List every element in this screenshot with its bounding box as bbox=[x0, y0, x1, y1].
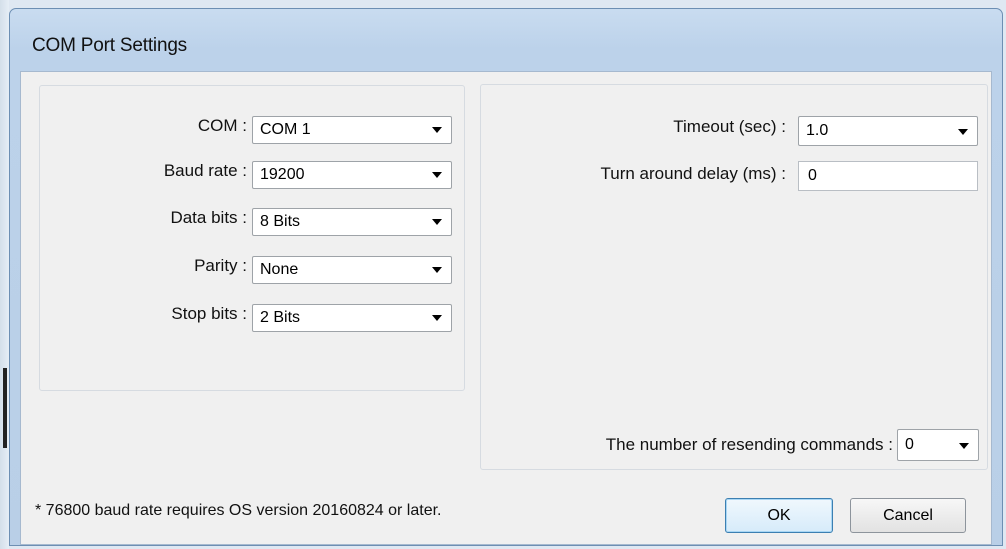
data-bits-select-value: 8 Bits bbox=[260, 213, 301, 230]
chevron-down-icon bbox=[958, 129, 968, 135]
com-select-value: COM 1 bbox=[260, 121, 311, 138]
chevron-down-icon bbox=[959, 443, 969, 449]
ok-button[interactable]: OK bbox=[725, 498, 833, 533]
data-bits-label: Data bits : bbox=[170, 208, 247, 227]
stop-bits-select-value: 2 Bits bbox=[260, 309, 301, 326]
com-label: COM : bbox=[197, 116, 247, 135]
resending-commands-select-value: 0 bbox=[905, 436, 914, 453]
baud-rate-select-value: 19200 bbox=[260, 166, 305, 183]
com-port-settings-dialog: COM Port Settings COM : COM 1 Baud rate … bbox=[9, 8, 1003, 546]
com-select[interactable]: COM 1 bbox=[252, 116, 452, 144]
turn-around-delay-input-value: 0 bbox=[808, 167, 817, 184]
background-edge-mark bbox=[3, 368, 7, 448]
timeout-select[interactable]: 1.0 bbox=[798, 116, 978, 146]
chevron-down-icon bbox=[432, 172, 442, 178]
parity-select[interactable]: None bbox=[252, 256, 452, 284]
turn-around-delay-label: Turn around delay (ms) : bbox=[600, 164, 787, 183]
dialog-body: COM : COM 1 Baud rate : 19200 Data bits … bbox=[20, 71, 992, 545]
chevron-down-icon bbox=[432, 267, 442, 273]
stop-bits-select[interactable]: 2 Bits bbox=[252, 304, 452, 332]
baud-rate-select[interactable]: 19200 bbox=[252, 161, 452, 189]
baud-rate-label: Baud rate : bbox=[163, 161, 247, 180]
chevron-down-icon bbox=[432, 127, 442, 133]
chevron-down-icon bbox=[432, 315, 442, 321]
parity-label: Parity : bbox=[194, 256, 247, 275]
timeout-select-value: 1.0 bbox=[806, 122, 829, 139]
turn-around-delay-input[interactable]: 0 bbox=[798, 161, 978, 191]
stop-bits-label: Stop bits : bbox=[171, 304, 247, 323]
chevron-down-icon bbox=[432, 219, 442, 225]
dialog-title: COM Port Settings bbox=[32, 35, 187, 56]
cancel-button[interactable]: Cancel bbox=[850, 498, 966, 533]
background-edge bbox=[0, 0, 9, 549]
resending-commands-label: The number of resending commands : bbox=[605, 435, 893, 454]
resending-commands-select[interactable]: 0 bbox=[897, 429, 979, 461]
title-bar[interactable]: COM Port Settings bbox=[10, 9, 1002, 71]
data-bits-select[interactable]: 8 Bits bbox=[252, 208, 452, 236]
timeout-label: Timeout (sec) : bbox=[673, 117, 786, 136]
baud-rate-note: * 76800 baud rate requires OS version 20… bbox=[35, 502, 442, 519]
parity-select-value: None bbox=[260, 261, 299, 278]
